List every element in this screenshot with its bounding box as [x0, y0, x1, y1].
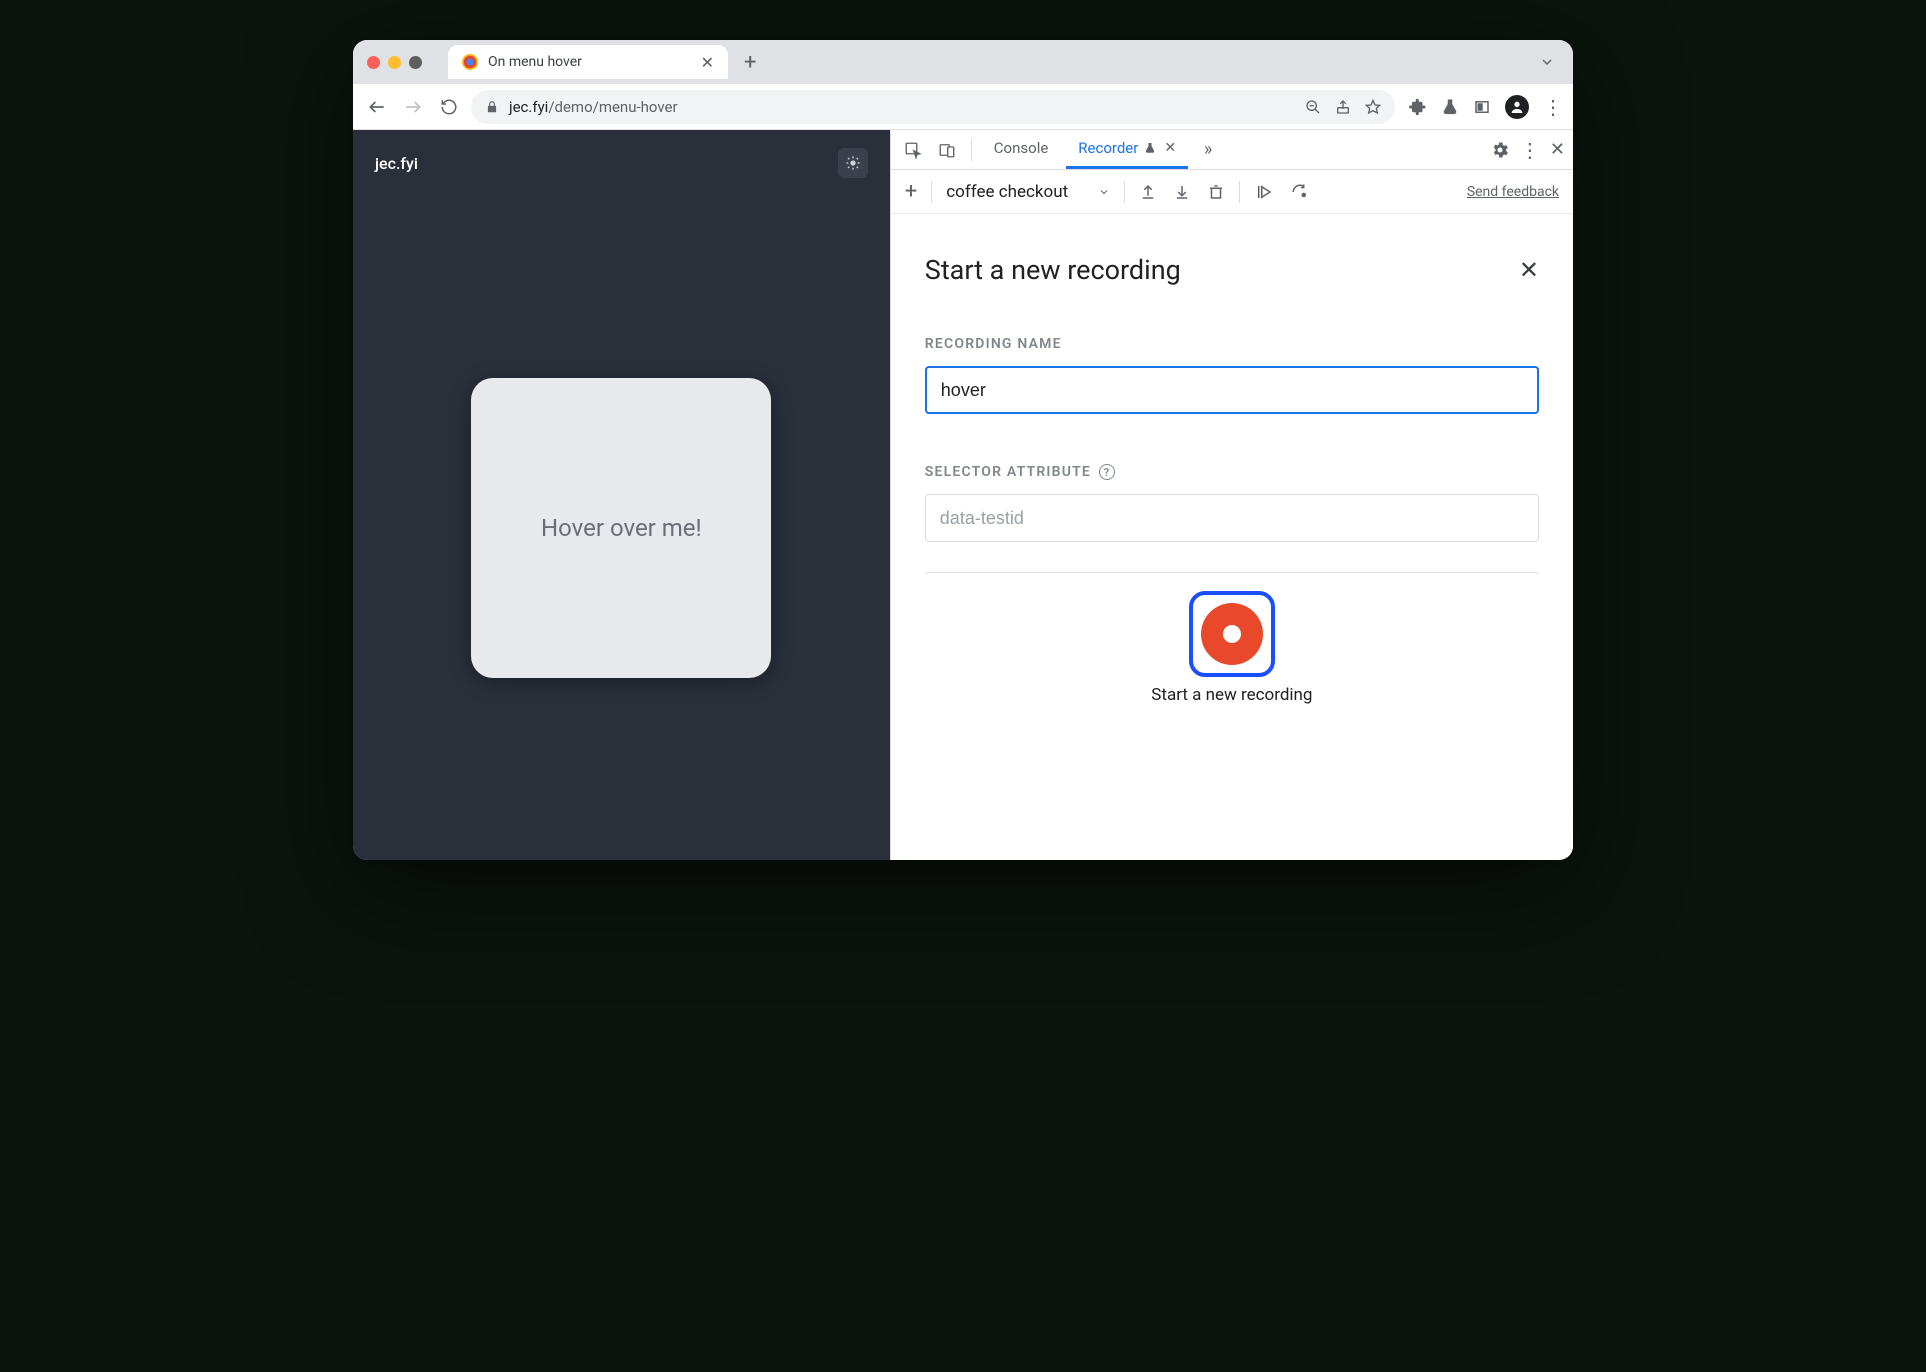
extensions-icon[interactable] — [1409, 98, 1427, 116]
zoom-out-icon[interactable] — [1305, 99, 1321, 115]
theme-toggle-button[interactable] — [838, 148, 868, 178]
selector-attribute-input[interactable] — [925, 494, 1539, 542]
favicon-icon — [462, 54, 478, 70]
tab-close-button[interactable]: ✕ — [701, 53, 714, 72]
reading-list-icon[interactable] — [1473, 98, 1491, 116]
inspect-element-icon[interactable] — [899, 136, 927, 164]
new-tab-button[interactable]: + — [738, 50, 762, 75]
reload-button[interactable] — [435, 93, 463, 121]
forward-button[interactable] — [399, 93, 427, 121]
url-path: /demo/menu-hover — [548, 98, 677, 116]
tab-strip: On menu hover ✕ + — [353, 40, 1573, 84]
tabs-menu-button[interactable] — [1531, 54, 1563, 70]
recording-name-input[interactable] — [925, 366, 1539, 414]
tab-title: On menu hover — [488, 54, 691, 70]
profile-avatar[interactable] — [1505, 95, 1529, 119]
share-icon[interactable] — [1335, 99, 1351, 115]
recorder-toolbar: + coffee checkout Send fee — [891, 170, 1573, 214]
replay-settings-icon[interactable] — [1290, 183, 1310, 201]
selector-attribute-group: SELECTOR ATTRIBUTE ? — [925, 464, 1539, 542]
record-icon — [1201, 603, 1263, 665]
selector-attribute-label: SELECTOR ATTRIBUTE — [925, 464, 1091, 480]
site-name[interactable]: jec.fyi — [375, 154, 418, 173]
delete-icon[interactable] — [1207, 183, 1225, 201]
browser-menu-icon[interactable]: ⋮ — [1543, 95, 1563, 119]
content-area: jec.fyi Hover over me! — [353, 130, 1573, 860]
beaker-icon — [1144, 142, 1156, 154]
devtools-settings-icon[interactable] — [1490, 140, 1510, 160]
start-recording-button[interactable] — [1189, 591, 1275, 677]
bookmark-star-icon[interactable] — [1365, 99, 1381, 115]
recording-name-group: RECORDING NAME — [925, 336, 1539, 414]
address-bar[interactable]: jec.fyi/demo/menu-hover — [471, 90, 1395, 124]
window-minimize-button[interactable] — [388, 56, 401, 69]
page-body: Hover over me! — [353, 196, 890, 860]
tab-console[interactable]: Console — [982, 130, 1061, 169]
panel-title: Start a new recording — [925, 254, 1181, 286]
window-controls — [367, 56, 422, 69]
import-icon[interactable] — [1173, 183, 1191, 201]
help-icon[interactable]: ? — [1099, 464, 1115, 480]
new-recording-button[interactable]: + — [905, 179, 917, 204]
labs-icon[interactable] — [1441, 98, 1459, 116]
start-recording-label: Start a new recording — [1151, 685, 1312, 705]
device-toolbar-icon[interactable] — [933, 136, 961, 164]
omnibox-actions — [1305, 99, 1381, 115]
export-icon[interactable] — [1139, 183, 1157, 201]
lock-icon — [485, 100, 499, 114]
window-maximize-button[interactable] — [409, 56, 422, 69]
chevron-down-icon — [1098, 186, 1110, 198]
devtools-menu-icon[interactable]: ⋮ — [1520, 138, 1540, 162]
devtools-close-icon[interactable]: ✕ — [1550, 139, 1565, 160]
recording-name-label: RECORDING NAME — [925, 336, 1539, 352]
window-close-button[interactable] — [367, 56, 380, 69]
browser-tab[interactable]: On menu hover ✕ — [448, 45, 728, 79]
panel-close-button[interactable]: ✕ — [1519, 256, 1539, 284]
toolbar-actions: ⋮ — [1409, 95, 1563, 119]
tab-recorder-label: Recorder — [1078, 139, 1138, 157]
hover-card[interactable]: Hover over me! — [471, 378, 771, 678]
recorder-body: Start a new recording ✕ RECORDING NAME S… — [891, 214, 1573, 860]
url-text: jec.fyi/demo/menu-hover — [509, 98, 678, 116]
tab-console-label: Console — [994, 139, 1049, 157]
page-header: jec.fyi — [353, 130, 890, 196]
recording-select[interactable]: coffee checkout — [946, 182, 1110, 202]
recorder-footer: Start a new recording — [925, 572, 1539, 731]
browser-toolbar: jec.fyi/demo/menu-hover ⋮ — [353, 84, 1573, 130]
url-host: jec.fyi — [509, 98, 548, 116]
replay-icon[interactable] — [1254, 183, 1274, 201]
hover-card-text: Hover over me! — [541, 514, 702, 542]
back-button[interactable] — [363, 93, 391, 121]
browser-window: On menu hover ✕ + jec.fyi/demo/menu-hove… — [353, 40, 1573, 860]
send-feedback-link[interactable]: Send feedback — [1467, 184, 1559, 200]
recording-select-value: coffee checkout — [946, 182, 1068, 202]
devtools-tabbar: Console Recorder ✕ » ⋮ ✕ — [891, 130, 1573, 170]
tab-recorder[interactable]: Recorder ✕ — [1066, 130, 1188, 169]
more-tabs-icon[interactable]: » — [1194, 136, 1222, 164]
page-viewport: jec.fyi Hover over me! — [353, 130, 890, 860]
tab-recorder-close[interactable]: ✕ — [1164, 140, 1176, 156]
devtools-panel: Console Recorder ✕ » ⋮ ✕ + — [890, 130, 1573, 860]
